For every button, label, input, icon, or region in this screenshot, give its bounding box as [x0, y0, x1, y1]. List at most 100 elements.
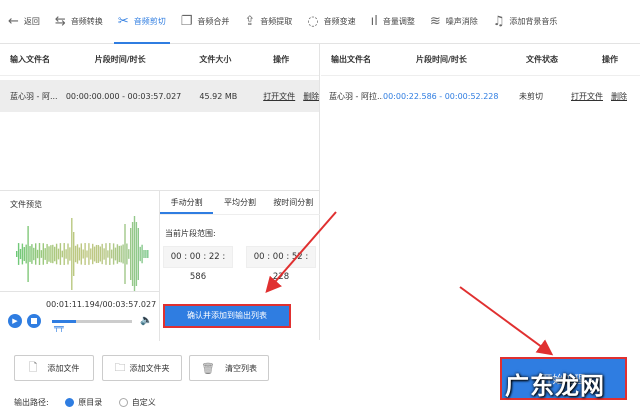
back-arrow-icon: ←	[8, 14, 19, 29]
end-time-input[interactable]: 00 : 00 : 52 : 228	[246, 246, 316, 282]
waveform-bar	[147, 250, 149, 258]
col-header: 输出文件名	[331, 55, 371, 64]
waveform-bar	[82, 249, 84, 259]
slider-handle[interactable]: ╤╤	[54, 323, 64, 332]
waveform-bar	[80, 243, 82, 265]
waveform-bar	[36, 249, 39, 259]
radio-custom-dir[interactable]: 自定义	[118, 398, 156, 407]
tab-time-split[interactable]: 按时间分割	[267, 191, 320, 214]
tab-audio-cut[interactable]: ✂ 音频剪切	[113, 0, 170, 44]
radio-original-dir[interactable]: 原目录	[65, 398, 102, 407]
waveform-bar	[78, 247, 81, 261]
tab-average-split[interactable]: 平均分割	[213, 191, 266, 214]
progress-slider[interactable]: ╤╤	[52, 320, 132, 332]
waveform-bar	[16, 251, 18, 257]
waveform-bar	[126, 243, 128, 265]
waveform-bar	[44, 248, 46, 260]
range-label: 当前片段范围:	[165, 229, 216, 238]
waveform-bar	[73, 232, 75, 276]
back-button[interactable]: ← 返回	[8, 0, 40, 44]
tab-audio-extract[interactable]: ⇪ 音频提取	[244, 0, 292, 44]
arrow-to-start	[459, 286, 554, 356]
waveform-bar	[90, 248, 92, 260]
music-icon: ♫	[492, 14, 505, 29]
convert-icon: ⇆	[54, 14, 66, 29]
volume-icon[interactable]: 🔈	[140, 315, 152, 326]
toolbar: ← 返回 ⇆ 音频转换 ✂ 音频剪切 ❐ 音频合并 ⇪ 音频提取 ◌ 音频变速 ıl 音量调整…	[0, 0, 640, 44]
start-time-input[interactable]: 00 : 00 : 22 : 586	[163, 246, 233, 282]
col-header: 输入文件名	[10, 55, 50, 64]
waveform-bar	[130, 228, 132, 280]
file-status: 未剪切	[519, 91, 543, 101]
waveform-bar	[31, 244, 33, 264]
waveform-bar	[101, 243, 103, 265]
waveform-bar	[103, 248, 105, 260]
waveform-bar	[145, 250, 147, 258]
waveform-bar	[57, 248, 60, 260]
waveform-bar	[65, 249, 67, 259]
table-row[interactable]: 蓝心羽 - 阿... 00:00:00.000 - 00:03:57.027 4…	[0, 80, 319, 112]
play-button[interactable]: ▶	[8, 314, 22, 328]
waveform-bar	[19, 248, 22, 260]
waveform-bar	[74, 245, 77, 263]
waveform-bar	[21, 243, 24, 265]
tab-manual-split[interactable]: 手动分割	[160, 191, 214, 214]
waveform-bar	[137, 228, 139, 280]
playback-time: 00:01:11.194/00:03:57.027	[46, 300, 157, 309]
col-header: 文件状态	[526, 55, 558, 64]
confirm-add-button[interactable]: 确认并添加到输出列表	[163, 304, 291, 328]
delete-link[interactable]: 删除	[611, 92, 627, 101]
add-folder-button[interactable]: 🗀 添加文件夹	[102, 355, 182, 381]
waveform-bar	[38, 243, 41, 265]
output-path-label: 输出路径:	[14, 398, 49, 407]
waveform-bar	[120, 245, 122, 263]
tab-noise[interactable]: ≋ 噪声消除	[430, 0, 478, 44]
file-name: 蓝心羽 - 阿...	[10, 91, 58, 101]
delete-link[interactable]: 删除	[303, 92, 319, 101]
col-header: 片段时间/时长	[416, 55, 467, 64]
tab-audio-merge[interactable]: ❐ 音频合并	[181, 0, 230, 44]
waveform-bar	[46, 243, 48, 265]
open-file-link[interactable]: 打开文件	[263, 92, 295, 101]
waveform-bar	[25, 244, 27, 264]
col-header: 文件大小	[199, 55, 232, 64]
waveform-bar	[63, 243, 65, 265]
waveform-bar	[112, 243, 115, 265]
file-add-icon: 🗋	[28, 360, 38, 374]
noise-icon: ≋	[429, 14, 441, 29]
scissors-icon: ✂	[117, 14, 129, 29]
waveform-bar	[95, 244, 98, 264]
add-file-button[interactable]: 🗋 添加文件	[14, 355, 94, 381]
waveform-bar	[69, 247, 71, 261]
waveform-bar	[52, 244, 54, 264]
waveform-bar	[107, 250, 109, 258]
waveform-bar	[141, 244, 143, 264]
stop-button[interactable]	[27, 314, 41, 328]
file-size: 45.92 MB	[199, 91, 238, 101]
waveform-bar	[139, 246, 141, 262]
tab-bg-music[interactable]: ♫ 添加背景音乐	[493, 0, 558, 44]
clear-list-button[interactable]: 🗑 清空列表	[189, 355, 269, 381]
watermark: 广东龙网	[505, 372, 605, 400]
waveform-bar	[29, 246, 31, 262]
waveform-bar	[42, 243, 44, 265]
waveform-bar	[76, 244, 79, 264]
open-file-link[interactable]: 打开文件	[571, 92, 603, 101]
waveform-bar	[118, 245, 120, 263]
tab-audio-speed[interactable]: ◌ 音频变速	[307, 0, 355, 44]
waveform-bar	[143, 250, 145, 258]
waveform-bar	[88, 243, 90, 265]
table-row[interactable]: 蓝心羽 - 阿拉... 00:00:22.586 - 00:00:52.228 …	[321, 80, 640, 112]
waveform-bar	[17, 243, 20, 265]
preview-panel: 文件预览 00:01:11.194/00:03:57.027 ▶ ╤╤ 🔈 手动…	[0, 190, 320, 341]
tab-audio-convert[interactable]: ⇆ 音频转换	[55, 0, 103, 44]
speed-icon: ◌	[307, 14, 319, 29]
upload-icon: ⇪	[244, 14, 256, 29]
preview-title: 文件预览	[10, 200, 42, 209]
waveform-bar	[128, 249, 130, 259]
waveform-bar	[50, 245, 52, 263]
segment-time: 00:00:22.586 - 00:00:52.228	[383, 91, 499, 101]
trash-icon: 🗑	[201, 361, 215, 375]
tab-volume[interactable]: ıl 音量调整	[371, 0, 415, 44]
waveform-bar	[61, 250, 63, 258]
